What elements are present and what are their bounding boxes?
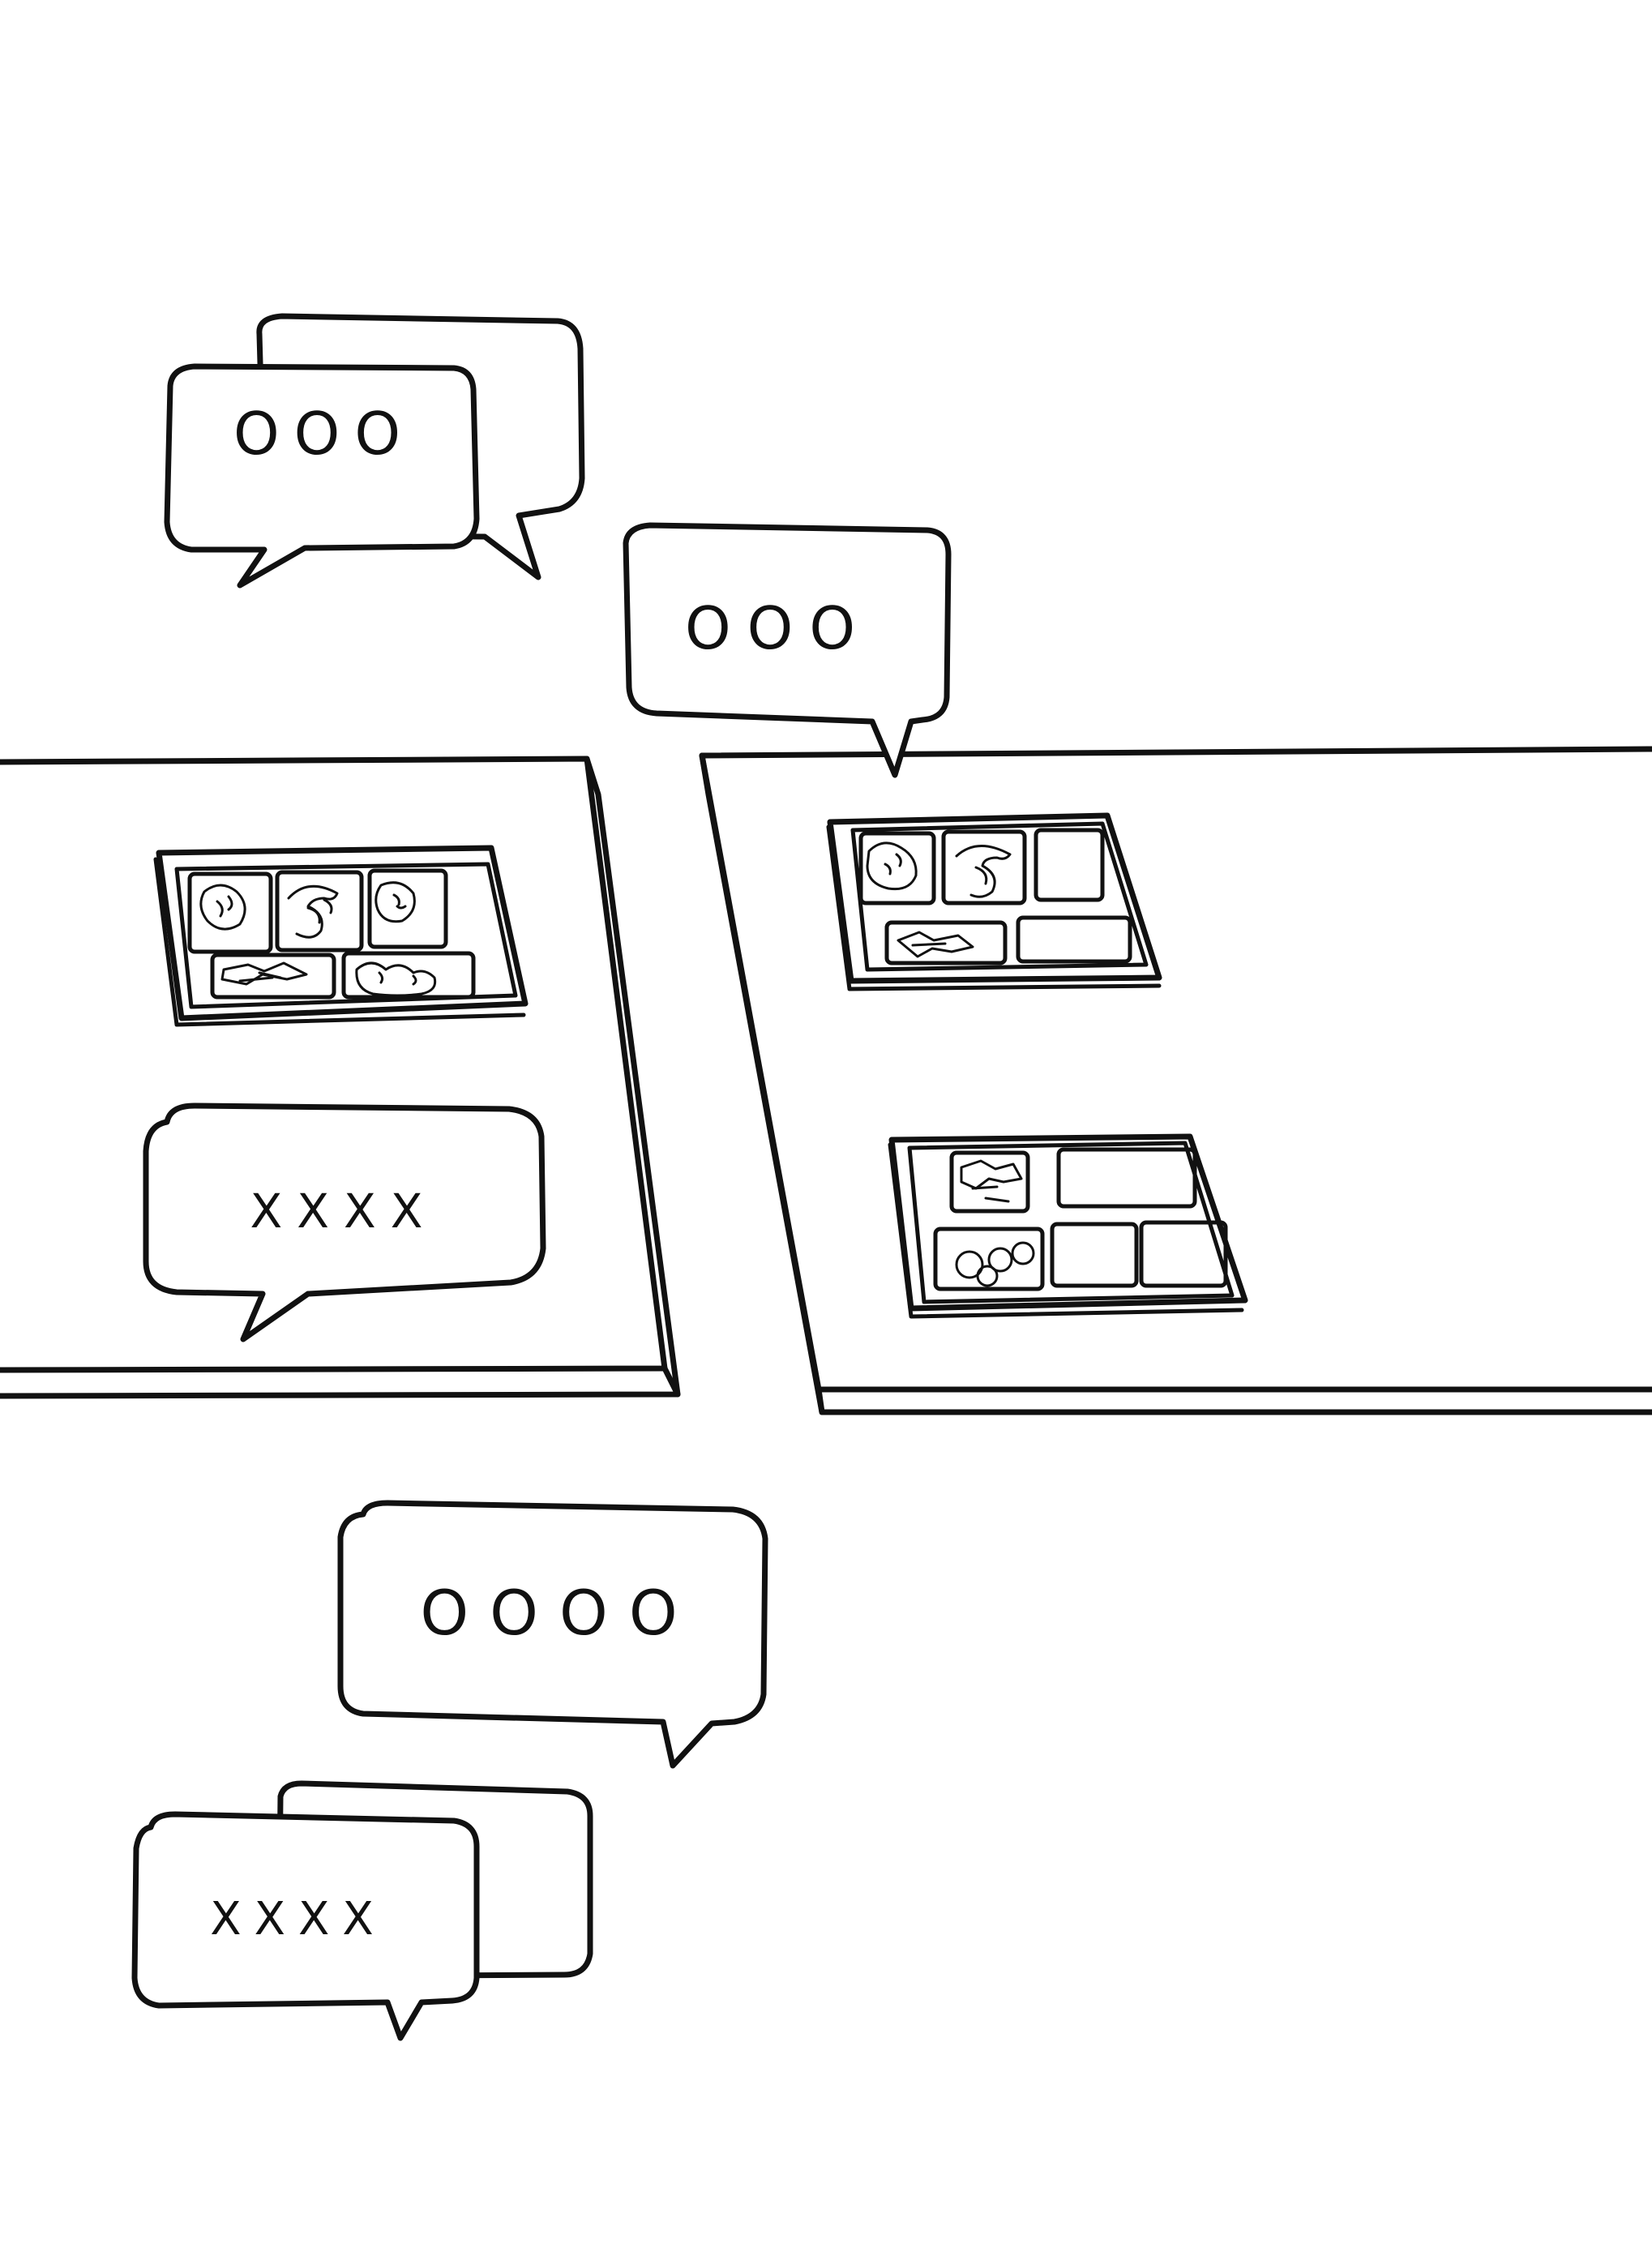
food-tray-left-table: [153, 845, 529, 1027]
lunch-table-scene: OOO OOO XXXX OOOO XXXX: [0, 313, 1652, 2041]
bubble-text: XXXX: [210, 1893, 386, 1946]
bubble-text: XXXX: [250, 1184, 438, 1239]
speech-bubble-top-center: OOO: [623, 522, 952, 778]
food-tray-right-top: [826, 812, 1162, 991]
bubble-text: OOO: [233, 400, 415, 468]
bubble-text: OOOO: [420, 1577, 698, 1649]
speech-bubble-top-left-front: OOO: [164, 363, 480, 589]
speech-bubble-bottom-center: OOOO: [337, 1500, 768, 1769]
food-tray-right-bottom: [888, 1133, 1248, 1319]
bubble-text: OOO: [685, 594, 871, 662]
speech-bubble-bottom-left-front: XXXX: [131, 1811, 480, 2041]
